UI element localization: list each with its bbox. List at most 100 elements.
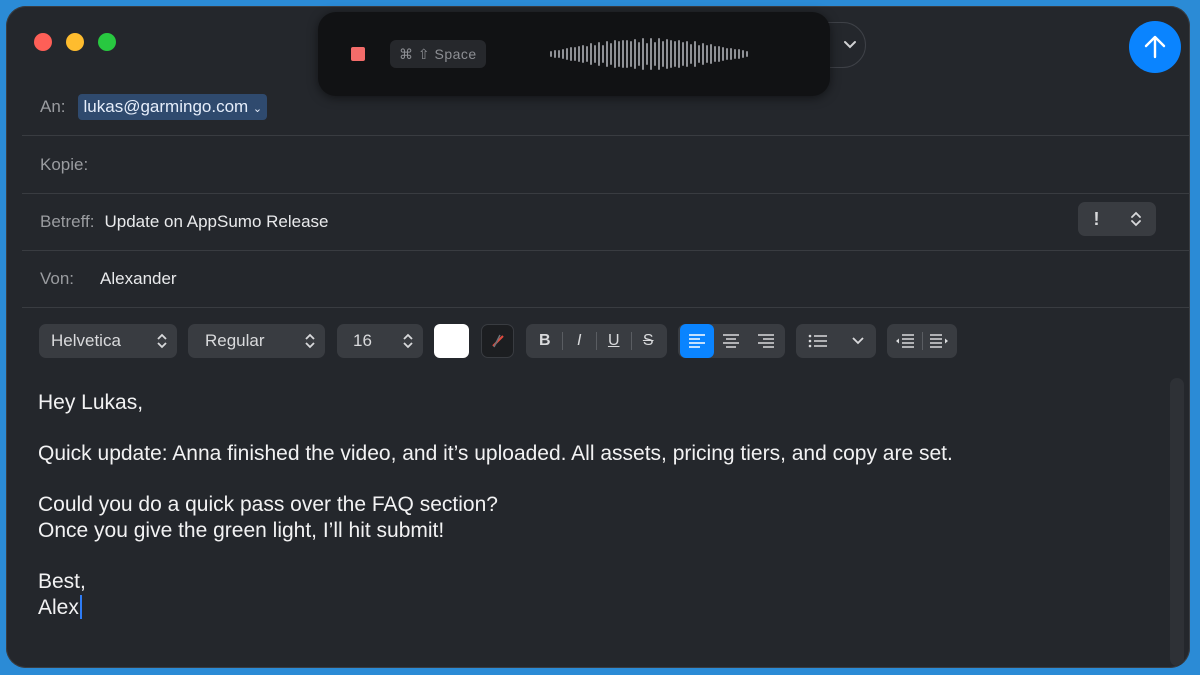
waveform-bar — [702, 42, 704, 66]
shortcut-text: ⌘ ⇧ Space — [399, 45, 477, 62]
subject-input[interactable]: Update on AppSumo Release — [105, 212, 329, 232]
chevron-down-icon — [852, 337, 864, 345]
waveform-bar — [738, 49, 740, 59]
dictation-overlay: ⌘ ⇧ Space — [318, 12, 830, 96]
align-center-button[interactable] — [714, 324, 748, 358]
to-label: An: — [40, 96, 66, 116]
waveform-bar — [678, 40, 680, 68]
waveform-bar — [570, 47, 572, 61]
priority-icon: ! — [1093, 208, 1100, 229]
recipient-token[interactable]: lukas@garmingo.com ⌄ — [77, 93, 268, 120]
font-size-select[interactable]: 16 — [337, 324, 423, 358]
chevron-down-icon: ⌄ — [252, 102, 263, 115]
format-toolbar: Helvetica Regular 16 B I U S — [6, 324, 1190, 368]
paragraph-1: Quick update: Anna finished the video, a… — [38, 442, 953, 465]
message-body[interactable]: Hey Lukas, Quick update: Anna finished t… — [38, 390, 1138, 621]
waveform-bar — [594, 45, 596, 63]
subject-field-row[interactable]: Betreff: Update on AppSumo Release ! — [22, 193, 1190, 251]
waveform-bar — [690, 44, 692, 64]
paragraph-2-line-1: Could you do a quick pass over the FAQ s… — [38, 493, 498, 516]
recipient-address: lukas@garmingo.com — [83, 96, 249, 116]
arrow-up-icon — [1144, 35, 1166, 59]
waveform-bar — [550, 51, 552, 57]
waveform-bar — [598, 41, 600, 67]
waveform-bar — [730, 47, 732, 61]
minimize-window-button[interactable] — [66, 33, 84, 51]
waveform-bar — [722, 46, 724, 62]
waveform-bar — [694, 41, 696, 67]
waveform-bar — [662, 41, 664, 67]
waveform-bar — [566, 48, 568, 60]
align-right-button[interactable] — [749, 324, 783, 358]
bullet-list-icon — [808, 334, 827, 348]
mail-compose-window: An: lukas@garmingo.com ⌄ Kopie: Betreff:… — [6, 6, 1190, 668]
align-left-button[interactable] — [680, 324, 715, 358]
underline-button[interactable]: U — [597, 324, 631, 358]
waveform-bar — [634, 38, 636, 70]
waveform-bar — [718, 45, 720, 63]
waveform-bar — [714, 45, 716, 63]
no-color-icon — [491, 334, 504, 348]
text-style-group: B I U S — [526, 324, 667, 358]
waveform-bar — [686, 40, 688, 68]
chevron-down-icon — [844, 41, 856, 49]
stepper-icon — [403, 333, 413, 349]
text-cursor — [79, 595, 82, 619]
indent-group — [887, 324, 957, 358]
waveform-bar — [650, 38, 652, 70]
font-style-select[interactable]: Regular — [188, 324, 325, 358]
outdent-icon — [896, 334, 915, 348]
waveform-bar — [638, 41, 640, 67]
waveform-bar — [726, 47, 728, 61]
waveform-bar — [666, 39, 668, 69]
waveform-bar — [554, 50, 556, 58]
keyboard-shortcut-hint: ⌘ ⇧ Space — [390, 40, 486, 68]
waveform-bar — [614, 40, 616, 68]
waveform-bar — [742, 50, 744, 58]
strikethrough-button[interactable]: S — [631, 324, 665, 358]
stepper-icon — [157, 333, 167, 349]
audio-waveform — [550, 34, 756, 74]
waveform-bar — [698, 45, 700, 63]
priority-selector[interactable]: ! — [1078, 202, 1156, 236]
waveform-bar — [746, 51, 748, 57]
close-window-button[interactable] — [34, 33, 52, 51]
waveform-bar — [582, 45, 584, 63]
stop-dictation-button[interactable] — [351, 47, 365, 61]
paragraph-2-line-2: Once you give the green light, I’ll hit … — [38, 519, 445, 542]
from-selector[interactable]: Alexander — [100, 269, 177, 289]
subject-label: Betreff: — [40, 211, 95, 231]
signature-text: Alex — [38, 596, 79, 619]
indent-icon — [929, 334, 948, 348]
waveform-bar — [734, 49, 736, 59]
waveform-bar — [646, 43, 648, 65]
font-size-value: 16 — [353, 331, 372, 350]
background-color-swatch[interactable] — [481, 324, 514, 358]
decrease-indent-button[interactable] — [889, 324, 922, 358]
vertical-scrollbar[interactable] — [1170, 378, 1184, 666]
text-color-swatch[interactable] — [434, 324, 469, 358]
waveform-bar — [642, 38, 644, 70]
waveform-bar — [590, 43, 592, 65]
italic-button[interactable]: I — [562, 324, 596, 358]
font-family-select[interactable]: Helvetica — [39, 324, 177, 358]
waveform-bar — [654, 42, 656, 66]
waveform-bar — [618, 41, 620, 67]
font-family-value: Helvetica — [51, 331, 121, 350]
waveform-bar — [670, 40, 672, 68]
bold-button[interactable]: B — [528, 324, 562, 358]
stepper-icon — [1130, 211, 1141, 227]
waveform-bar — [574, 46, 576, 62]
stepper-icon — [305, 333, 315, 349]
cc-field-row[interactable]: Kopie: — [22, 136, 1190, 194]
closing-line: Best, — [38, 570, 86, 593]
increase-indent-button[interactable] — [922, 324, 955, 358]
from-label: Von: — [40, 268, 75, 288]
waveform-bar — [710, 44, 712, 64]
zoom-window-button[interactable] — [98, 33, 116, 51]
from-field-row: Von: Alexander — [22, 250, 1190, 308]
send-button[interactable] — [1129, 21, 1181, 73]
cc-label: Kopie: — [40, 154, 89, 174]
list-style-select[interactable] — [796, 324, 876, 358]
waveform-bar — [626, 39, 628, 69]
